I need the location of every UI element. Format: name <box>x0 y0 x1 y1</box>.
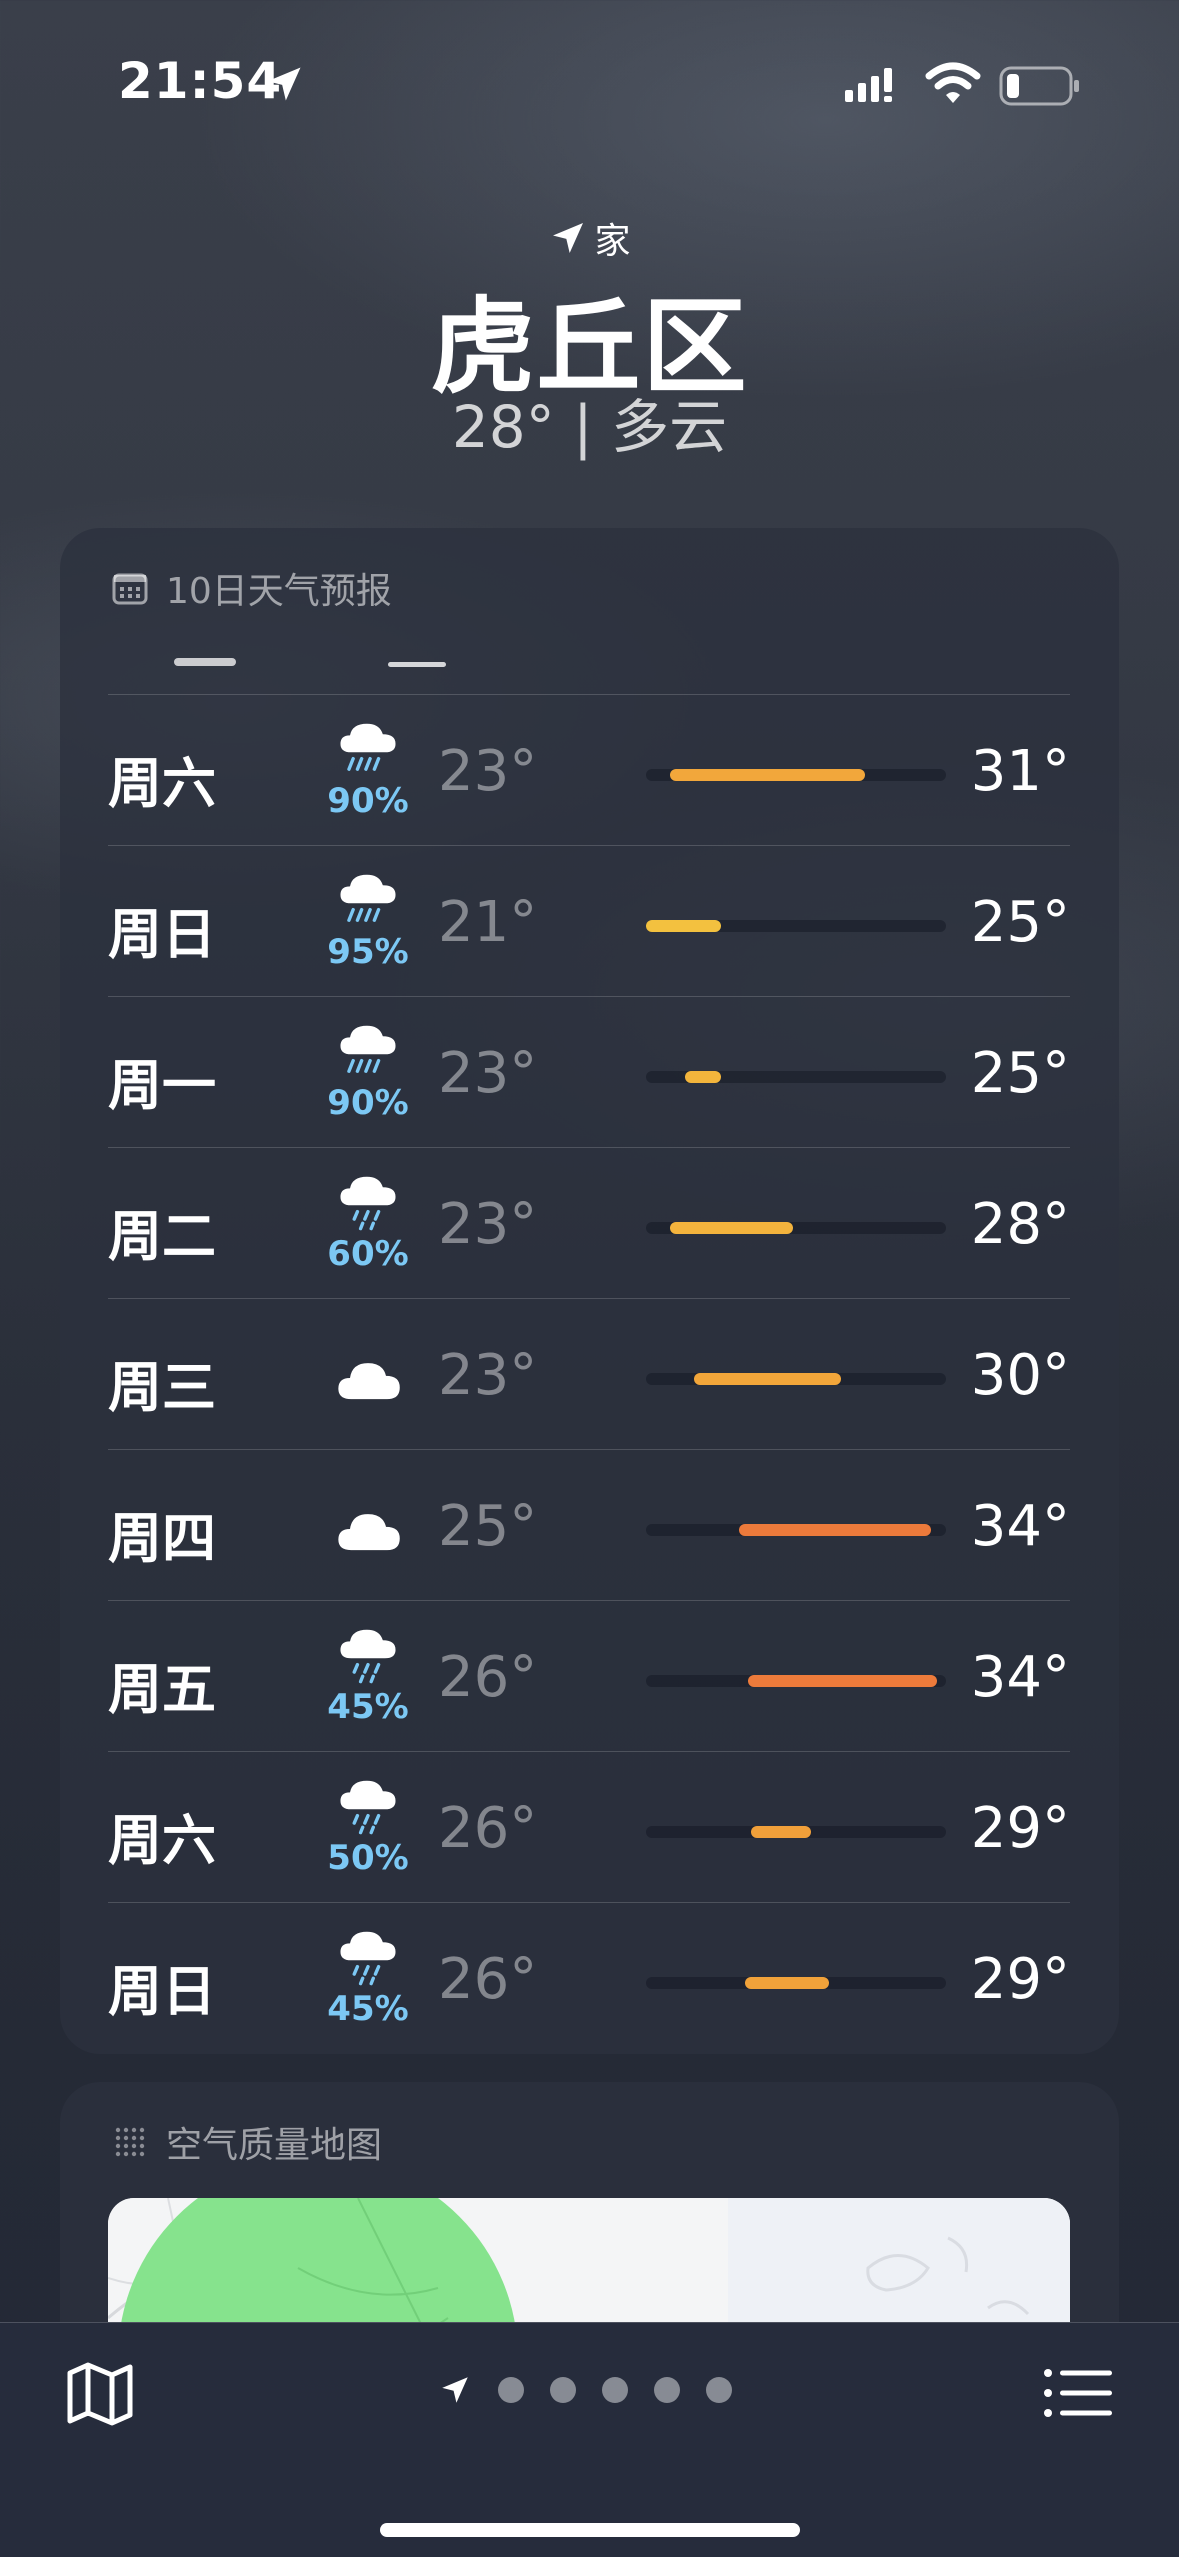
cloud-rain-light-icon <box>340 1931 396 1986</box>
location-name: 家 <box>594 221 631 262</box>
ten-day-forecast-card[interactable]: 10日天气预报 周六 90% 23° 31° 周日 95% 21° 25° 周一 90% 23° 25… <box>60 528 1119 2054</box>
temp-range-bar <box>745 1977 829 1989</box>
current-conditions: 28° | 多云 <box>451 393 728 461</box>
page-dot[interactable] <box>654 2377 680 2403</box>
forecast-card-header: 10日天气预报 <box>110 562 392 614</box>
precipitation-chance: 60% <box>327 1234 409 1274</box>
high-temp: 28° <box>970 1192 1070 1257</box>
low-temp: 26° <box>438 1947 538 2012</box>
forecast-card-title: 10日天气预报 <box>166 571 392 612</box>
temp-range-track <box>646 1675 946 1687</box>
home-indicator[interactable] <box>380 2523 800 2537</box>
temp-range-track <box>646 1524 946 1536</box>
forecast-day: 周六 <box>108 1809 216 1872</box>
battery-icon <box>999 66 1079 106</box>
high-temp: 25° <box>970 1041 1070 1106</box>
page-dot[interactable] <box>602 2377 628 2403</box>
forecast-row[interactable]: 周五 45% 26° 34° <box>108 1600 1070 1752</box>
temp-range-bar <box>670 1222 793 1234</box>
location-label: 家 <box>0 212 1179 264</box>
precipitation-chance: 90% <box>327 1083 409 1123</box>
air-quality-title: 空气质量地图 <box>166 2125 383 2166</box>
status-time: 21:54 <box>118 52 283 110</box>
map-icon[interactable] <box>64 2357 136 2429</box>
forecast-day: 周五 <box>108 1658 216 1721</box>
air-quality-header: 空气质量地图 <box>110 2116 382 2168</box>
cloud-icon <box>338 1514 400 1551</box>
forecast-row[interactable]: 周四 25° 34° <box>108 1449 1070 1601</box>
bottom-toolbar <box>0 2322 1179 2557</box>
temp-range-track <box>646 1222 946 1234</box>
low-temp: 23° <box>438 1041 538 1106</box>
forecast-row[interactable]: 周三 23° 30° <box>108 1298 1070 1450</box>
high-temp: 34° <box>970 1494 1070 1559</box>
temp-range-bar <box>646 920 721 932</box>
forecast-day: 周二 <box>108 1205 216 1268</box>
forecast-day: 周一 <box>108 1054 216 1117</box>
temp-range-track <box>646 920 946 932</box>
forecast-row[interactable]: 周二 60% 23° 28° <box>108 1147 1070 1299</box>
page-indicator[interactable] <box>438 2373 732 2407</box>
page-dot[interactable] <box>498 2377 524 2403</box>
status-bar: 21:54 <box>0 0 1179 170</box>
precipitation-chance: 50% <box>327 1838 409 1878</box>
low-temp: 25° <box>438 1494 538 1559</box>
wifi-icon <box>925 62 981 103</box>
forecast-row[interactable]: 周六 50% 26° 29° <box>108 1751 1070 1903</box>
cloud-rain-light-icon <box>340 1629 396 1684</box>
cloud-rain-heavy-icon <box>340 1025 396 1073</box>
high-temp: 29° <box>970 1796 1070 1861</box>
forecast-row[interactable]: 周一 90% 23° 25° <box>108 996 1070 1148</box>
low-temp: 26° <box>438 1796 538 1861</box>
high-temp: 25° <box>970 890 1070 955</box>
high-temp: 29° <box>970 1947 1070 2012</box>
forecast-row[interactable]: 周日 45% 26° 29° <box>108 1902 1070 2054</box>
forecast-row[interactable]: 周六 90% 23° 31° <box>108 694 1070 846</box>
page-dot[interactable] <box>706 2377 732 2403</box>
temp-range-track <box>646 769 946 781</box>
forecast-row-partial <box>108 630 1070 672</box>
low-temp: 23° <box>438 739 538 804</box>
cloud-rain-light-icon <box>340 1176 396 1231</box>
temp-range-track <box>646 1826 946 1838</box>
low-temp: 23° <box>438 1343 538 1408</box>
cloud-rain-heavy-icon <box>340 874 396 922</box>
temp-range-bar <box>748 1675 937 1687</box>
forecast-day: 周日 <box>108 1960 216 2023</box>
high-temp: 31° <box>970 739 1070 804</box>
forecast-day: 周六 <box>108 752 216 815</box>
cellular-signal-icon <box>845 68 892 102</box>
precipitation-chance: 45% <box>327 1989 409 2029</box>
calendar-icon <box>112 573 148 605</box>
temp-range-track <box>646 1373 946 1385</box>
cloud-rain-heavy-icon <box>340 723 396 771</box>
page-dot[interactable] <box>550 2377 576 2403</box>
temp-range-bar <box>670 769 865 781</box>
location-arrow-icon <box>267 67 301 101</box>
high-temp: 34° <box>970 1645 1070 1710</box>
temp-range-bar <box>751 1826 811 1838</box>
list-icon[interactable] <box>1042 2365 1114 2421</box>
forecast-day: 周日 <box>108 903 216 966</box>
temp-range-bar <box>739 1524 931 1536</box>
temp-range-track <box>646 1977 946 1989</box>
temp-range-bar <box>685 1071 721 1083</box>
low-temp: 21° <box>438 890 538 955</box>
low-temp: 23° <box>438 1192 538 1257</box>
forecast-day: 周四 <box>108 1507 216 1570</box>
location-arrow-icon <box>553 223 584 253</box>
cloud-rain-light-icon <box>340 1780 396 1835</box>
temp-range-track <box>646 1071 946 1083</box>
cloud-icon <box>338 1363 400 1400</box>
forecast-day: 周三 <box>108 1356 216 1419</box>
precipitation-chance: 45% <box>327 1687 409 1727</box>
high-temp: 30° <box>970 1343 1070 1408</box>
precipitation-chance: 95% <box>327 932 409 972</box>
low-temp: 26° <box>438 1645 538 1710</box>
forecast-row[interactable]: 周日 95% 21° 25° <box>108 845 1070 997</box>
temp-range-bar <box>694 1373 841 1385</box>
air-quality-dots-icon <box>115 2127 145 2157</box>
current-location-page-icon[interactable] <box>438 2373 472 2407</box>
precipitation-chance: 90% <box>327 781 409 821</box>
